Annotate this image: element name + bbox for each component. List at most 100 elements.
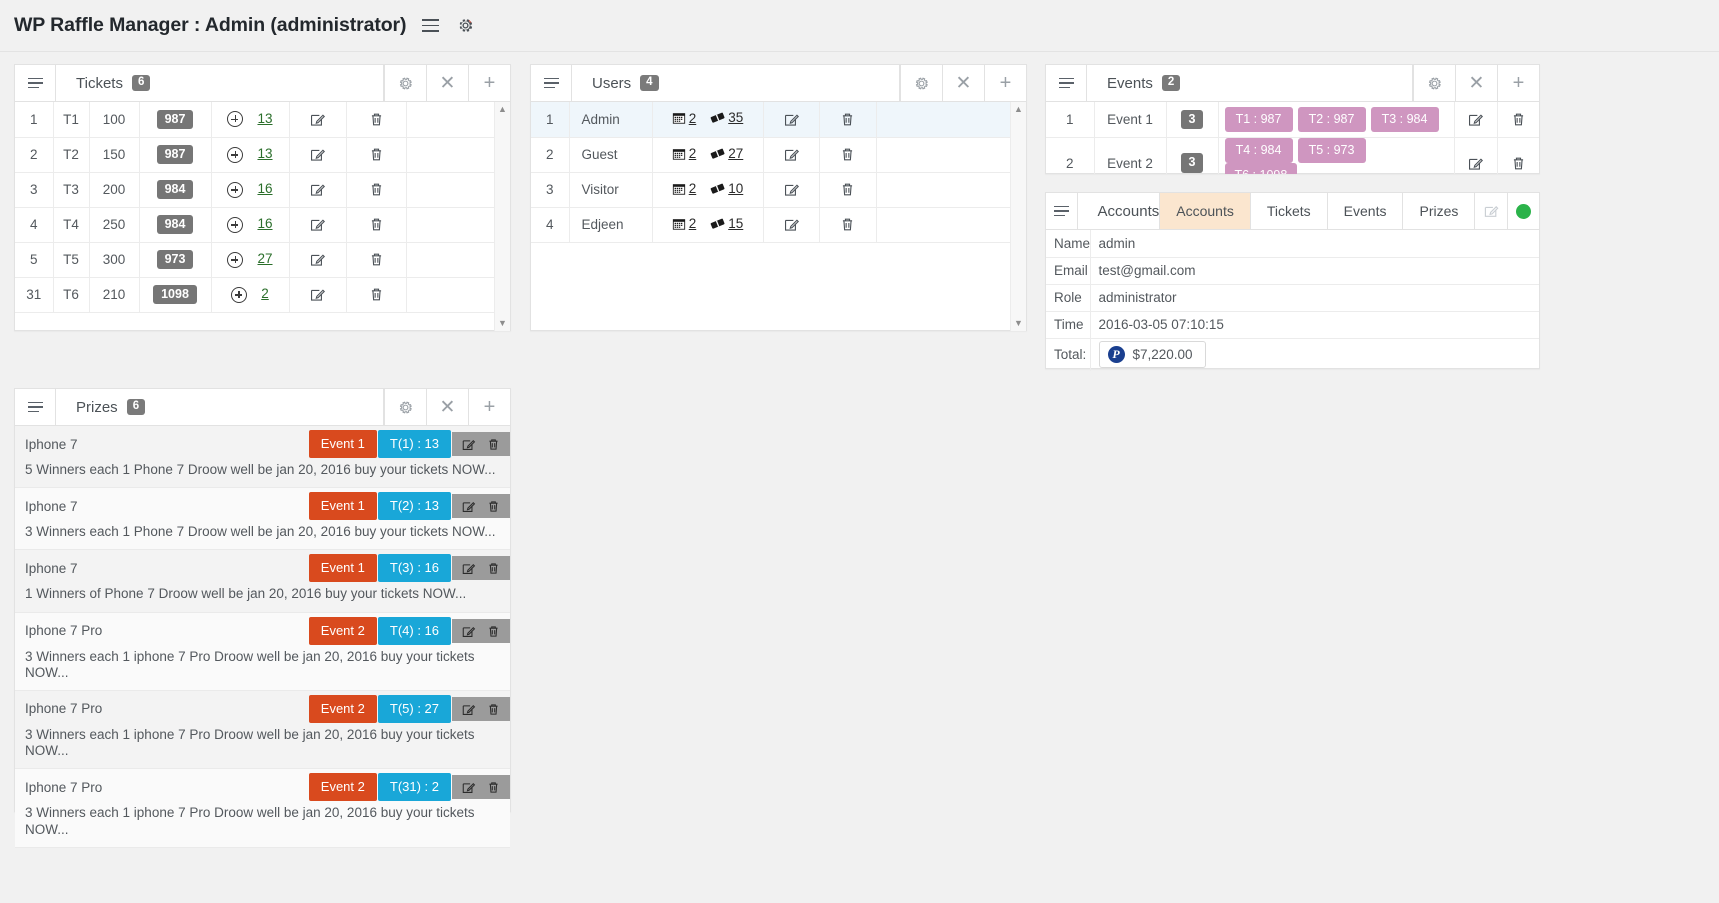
trash-icon[interactable] <box>839 146 856 163</box>
trash-icon[interactable] <box>486 780 501 795</box>
prize-event-tag[interactable]: Event 1 <box>308 554 377 583</box>
prize-ticket-tag[interactable]: T(5) : 27 <box>377 694 451 723</box>
trash-icon[interactable] <box>368 181 385 198</box>
edit-icon[interactable] <box>309 216 326 233</box>
table-row[interactable]: 2 T2 150 987 13 <box>15 137 510 173</box>
prizes-add-button[interactable]: + <box>468 389 510 425</box>
trash-icon[interactable] <box>1510 155 1527 172</box>
edit-icon[interactable] <box>783 146 800 163</box>
events-stat[interactable]: 2 <box>672 181 697 196</box>
ticket-count-link[interactable]: 27 <box>257 251 272 266</box>
event-ticket-pill[interactable]: T3 : 984 <box>1370 106 1439 132</box>
events-stat[interactable]: 2 <box>672 111 697 126</box>
trash-icon[interactable] <box>368 251 385 268</box>
edit-icon[interactable] <box>309 181 326 198</box>
user-events-count[interactable]: 2 <box>689 111 697 126</box>
table-row[interactable]: 2 Guest 2 27 <box>531 137 1026 173</box>
user-tickets-count[interactable]: 35 <box>728 110 743 125</box>
edit-icon[interactable] <box>783 181 800 198</box>
users-add-button[interactable]: + <box>984 65 1026 101</box>
accounts-drag-handle[interactable] <box>1046 193 1078 229</box>
tab-accounts[interactable]: Accounts <box>1159 193 1250 229</box>
event-ticket-pill[interactable]: T5 : 973 <box>1297 137 1366 163</box>
add-circle-icon[interactable] <box>231 286 248 303</box>
paypal-total-badge[interactable]: P $7,220.00 <box>1098 341 1206 369</box>
events-add-button[interactable]: + <box>1497 65 1539 101</box>
gear-icon[interactable] <box>454 15 476 37</box>
table-row[interactable]: 1 Admin 2 35 <box>531 102 1026 138</box>
edit-icon[interactable] <box>461 702 476 717</box>
tickets-stat[interactable]: 35 <box>710 110 743 125</box>
table-row[interactable]: 5 T5 300 973 27 <box>15 242 510 278</box>
users-close-button[interactable]: ✕ <box>942 65 984 101</box>
ticket-count-link[interactable]: 13 <box>257 111 272 126</box>
prize-event-tag[interactable]: Event 1 <box>308 492 377 521</box>
add-circle-icon[interactable] <box>227 146 244 163</box>
trash-icon[interactable] <box>486 702 501 717</box>
trash-icon[interactable] <box>486 499 501 514</box>
prizes-settings-button[interactable] <box>384 389 426 425</box>
tab-events[interactable]: Events <box>1326 193 1403 229</box>
user-tickets-count[interactable]: 10 <box>728 181 743 196</box>
list-item[interactable]: Iphone 7 Event 1 T(2) : 13 3 Winners each 1… <box>15 488 510 551</box>
scroll-up-icon[interactable]: ▲ <box>1014 105 1023 114</box>
edit-icon[interactable] <box>1467 155 1484 172</box>
tickets-add-button[interactable]: + <box>468 65 510 101</box>
trash-icon[interactable] <box>1510 111 1527 128</box>
add-circle-icon[interactable] <box>227 251 244 268</box>
scroll-up-icon[interactable]: ▲ <box>498 105 507 114</box>
prizes-drag-handle[interactable] <box>15 389 56 425</box>
tickets-stat[interactable]: 10 <box>710 181 743 196</box>
prize-ticket-tag[interactable]: T(31) : 2 <box>377 773 451 802</box>
edit-icon[interactable] <box>309 146 326 163</box>
ticket-count-link[interactable]: 2 <box>261 286 269 301</box>
scroll-down-icon[interactable]: ▼ <box>1014 319 1023 328</box>
tab-prizes[interactable]: Prizes <box>1402 193 1474 229</box>
user-tickets-count[interactable]: 15 <box>728 216 743 231</box>
prize-ticket-tag[interactable]: T(2) : 13 <box>377 492 451 521</box>
ticket-count-link[interactable]: 16 <box>257 216 272 231</box>
table-row[interactable]: 4 Edjeen 2 15 <box>531 207 1026 243</box>
table-row[interactable]: 31 T6 210 1098 2 <box>15 277 510 313</box>
trash-icon[interactable] <box>839 216 856 233</box>
user-events-count[interactable]: 2 <box>689 181 697 196</box>
trash-icon[interactable] <box>486 437 501 452</box>
table-row[interactable]: 1 T1 100 987 13 <box>15 102 510 138</box>
add-circle-icon[interactable] <box>227 216 244 233</box>
trash-icon[interactable] <box>368 146 385 163</box>
tickets-drag-handle[interactable] <box>15 65 56 101</box>
prize-ticket-tag[interactable]: T(4) : 16 <box>377 616 451 645</box>
prize-ticket-tag[interactable]: T(1) : 13 <box>377 430 451 458</box>
trash-icon[interactable] <box>839 111 856 128</box>
users-scrollbar[interactable]: ▲ ▼ <box>1010 102 1026 331</box>
users-settings-button[interactable] <box>900 65 942 101</box>
prizes-close-button[interactable]: ✕ <box>426 389 468 425</box>
event-ticket-pill[interactable]: T1 : 987 <box>1224 106 1293 132</box>
list-item[interactable]: Iphone 7 Pro Event 2 T(31) : 2 3 Winners ea… <box>15 769 510 848</box>
edit-icon[interactable] <box>783 111 800 128</box>
event-ticket-pill[interactable]: T4 : 984 <box>1224 137 1293 163</box>
list-item[interactable]: Iphone 7 Pro Event 2 T(5) : 27 3 Winners ea… <box>15 690 510 770</box>
table-row[interactable]: 3 Visitor 2 10 <box>531 172 1026 208</box>
list-item[interactable]: Iphone 7 Event 1 T(1) : 13 5 Winners each 1… <box>15 426 510 489</box>
trash-icon[interactable] <box>368 286 385 303</box>
ticket-count-link[interactable]: 13 <box>257 146 272 161</box>
table-row[interactable]: 2Event 2 3 T4 : 984T5 : 973T6 : 1098 <box>1046 137 1539 174</box>
list-item[interactable]: Iphone 7 Event 1 T(3) : 16 1 Winners of Pho… <box>15 550 510 613</box>
add-circle-icon[interactable] <box>227 111 244 128</box>
prize-event-tag[interactable]: Event 1 <box>308 430 377 458</box>
edit-icon[interactable] <box>461 624 476 639</box>
edit-icon[interactable] <box>309 251 326 268</box>
prize-event-tag[interactable]: Event 2 <box>308 616 377 645</box>
tab-tickets[interactable]: Tickets <box>1249 193 1327 229</box>
table-row[interactable]: 3 T3 200 984 16 <box>15 172 510 208</box>
table-row[interactable]: 4 T4 250 984 16 <box>15 207 510 243</box>
trash-icon[interactable] <box>486 561 501 576</box>
prize-event-tag[interactable]: Event 2 <box>308 694 377 723</box>
edit-icon[interactable] <box>461 561 476 576</box>
events-stat[interactable]: 2 <box>672 146 696 161</box>
prize-ticket-tag[interactable]: T(3) : 16 <box>377 554 451 583</box>
hamburger-icon[interactable] <box>419 15 441 37</box>
trash-icon[interactable] <box>839 181 856 198</box>
list-item[interactable]: Iphone 7 Pro Event 2 T(4) : 16 3 Winners ea… <box>15 612 510 691</box>
